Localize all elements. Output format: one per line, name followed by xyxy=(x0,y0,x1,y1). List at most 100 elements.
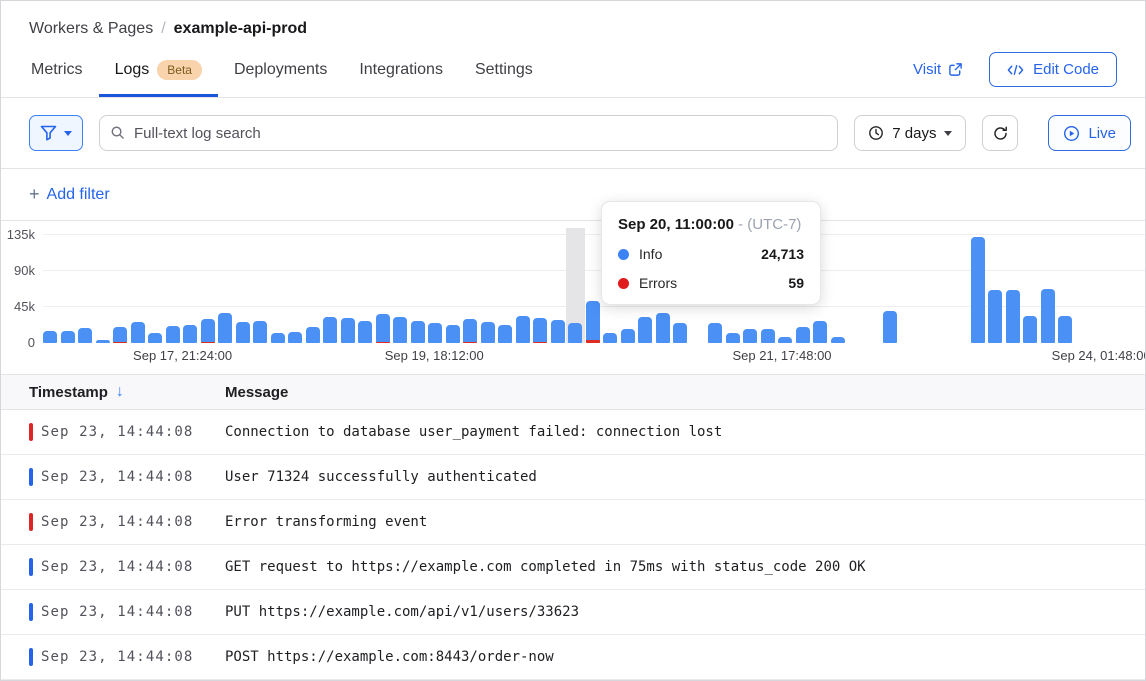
tab-settings[interactable]: Settings xyxy=(459,48,549,97)
time-range-dropdown[interactable]: 7 days xyxy=(854,115,966,151)
chart-bar-error-segment xyxy=(376,342,390,343)
refresh-button[interactable] xyxy=(982,115,1018,151)
chart-bar[interactable] xyxy=(603,333,617,343)
chart-bar[interactable] xyxy=(673,323,687,343)
filter-dropdown-button[interactable] xyxy=(29,115,83,151)
chart-bar[interactable] xyxy=(166,326,180,343)
chart-bar[interactable] xyxy=(253,321,267,343)
log-table-body: Sep 23, 14:44:08 Connection to database … xyxy=(1,410,1145,680)
table-row[interactable]: Sep 23, 14:44:08 PUT https://example.com… xyxy=(1,590,1145,635)
chart-bar[interactable] xyxy=(236,322,250,343)
tab-metrics[interactable]: Metrics xyxy=(15,48,99,97)
x-axis-label: Sep 17, 21:24:00 xyxy=(133,348,232,363)
log-level-indicator xyxy=(29,423,33,441)
chart-bar[interactable] xyxy=(568,323,582,343)
chart-bar[interactable] xyxy=(726,333,740,343)
chart-bar[interactable] xyxy=(761,329,775,343)
chart-bar[interactable] xyxy=(358,321,372,343)
table-row[interactable]: Sep 23, 14:44:08 Error transforming even… xyxy=(1,500,1145,545)
breadcrumb-separator: / xyxy=(161,20,165,38)
table-row[interactable]: Sep 23, 14:44:08 Connection to database … xyxy=(1,410,1145,455)
log-level-indicator xyxy=(29,468,33,486)
gridline xyxy=(43,234,1145,235)
chart-bar[interactable] xyxy=(201,319,215,343)
chart-bar[interactable] xyxy=(411,321,425,343)
tab-deployments[interactable]: Deployments xyxy=(218,48,343,97)
chart-bar[interactable] xyxy=(1041,289,1055,343)
chart-bar[interactable] xyxy=(971,237,985,343)
table-row[interactable]: Sep 23, 14:44:08 POST https://example.co… xyxy=(1,635,1145,680)
chart-bar[interactable] xyxy=(481,322,495,343)
tab-logs[interactable]: Logs Beta xyxy=(99,48,218,97)
breadcrumb-section[interactable]: Workers & Pages xyxy=(29,20,153,38)
chart-bar[interactable] xyxy=(61,331,75,343)
play-circle-icon xyxy=(1063,125,1080,142)
chart-bar[interactable] xyxy=(428,323,442,343)
chart-bar[interactable] xyxy=(78,328,92,343)
chart-bar[interactable] xyxy=(638,317,652,343)
chart-bar[interactable] xyxy=(218,313,232,343)
chart-bar[interactable] xyxy=(813,321,827,343)
chart-bar[interactable] xyxy=(516,316,530,343)
chevron-down-icon xyxy=(64,131,72,136)
chart-bar[interactable] xyxy=(498,325,512,343)
chart-bar-error-segment xyxy=(533,342,547,343)
chart-bar[interactable] xyxy=(288,332,302,343)
chart-bar[interactable] xyxy=(883,311,897,343)
chart-bar[interactable] xyxy=(393,317,407,343)
edit-code-button[interactable]: Edit Code xyxy=(989,52,1117,87)
tooltip-info-value: 24,713 xyxy=(761,246,804,262)
chart-bar[interactable] xyxy=(43,331,57,343)
live-button[interactable]: Live xyxy=(1048,115,1131,151)
chart-bar[interactable] xyxy=(131,322,145,343)
chart-bar[interactable] xyxy=(96,340,110,343)
chart-bar[interactable] xyxy=(1023,316,1037,343)
chart-bar[interactable] xyxy=(656,313,670,343)
clock-icon xyxy=(868,125,884,141)
log-level-indicator xyxy=(29,648,33,666)
chart-bar[interactable] xyxy=(376,314,390,343)
chart-bar[interactable] xyxy=(148,333,162,343)
log-message: Error transforming event xyxy=(225,514,427,530)
chart-bar[interactable] xyxy=(271,333,285,343)
filter-funnel-icon xyxy=(40,125,57,141)
add-filter-button[interactable]: + Add filter xyxy=(1,169,1145,221)
tab-integrations[interactable]: Integrations xyxy=(343,48,459,97)
plus-icon: + xyxy=(29,184,40,205)
log-level-indicator xyxy=(29,603,33,621)
sort-desc-icon[interactable]: ↓ xyxy=(116,383,124,401)
chart-bar[interactable] xyxy=(183,325,197,343)
table-row[interactable]: Sep 23, 14:44:08 GET request to https://… xyxy=(1,545,1145,590)
visit-link[interactable]: Visit xyxy=(913,61,963,78)
chart-bar[interactable] xyxy=(341,318,355,343)
chart-bar[interactable] xyxy=(1006,290,1020,343)
chevron-down-icon xyxy=(944,131,952,136)
log-level-indicator xyxy=(29,558,33,576)
chart-bar[interactable] xyxy=(533,318,547,343)
filter-bar: 7 days Live xyxy=(1,98,1145,169)
chart-bar[interactable] xyxy=(306,327,320,343)
chart-bar[interactable] xyxy=(796,327,810,343)
table-row[interactable]: Sep 23, 14:44:08 User 71324 successfully… xyxy=(1,455,1145,500)
log-timestamp: Sep 23, 14:44:08 xyxy=(41,514,193,530)
chart-bar[interactable] xyxy=(323,317,337,343)
chart-bar[interactable] xyxy=(551,320,565,343)
chart-bar[interactable] xyxy=(621,329,635,343)
log-timestamp: Sep 23, 14:44:08 xyxy=(41,559,193,575)
chart-bar[interactable] xyxy=(831,337,845,343)
chart-bar[interactable] xyxy=(446,325,460,343)
column-timestamp[interactable]: Timestamp ↓ xyxy=(1,383,225,401)
chart-bar[interactable] xyxy=(463,319,477,343)
search-input[interactable] xyxy=(99,115,838,151)
chart-bar[interactable] xyxy=(1058,316,1072,343)
log-timestamp: Sep 23, 14:44:08 xyxy=(41,649,193,665)
chart-bar[interactable] xyxy=(113,327,127,343)
workers-logs-page: Workers & Pages / example-api-prod Metri… xyxy=(0,0,1146,681)
chart-bar[interactable] xyxy=(586,301,600,343)
log-message: PUT https://example.com/api/v1/users/336… xyxy=(225,604,579,620)
chart-bar[interactable] xyxy=(778,337,792,343)
y-axis-label: 0 xyxy=(1,335,35,350)
chart-bar[interactable] xyxy=(743,329,757,343)
chart-bar[interactable] xyxy=(988,290,1002,343)
chart-bar[interactable] xyxy=(708,323,722,343)
